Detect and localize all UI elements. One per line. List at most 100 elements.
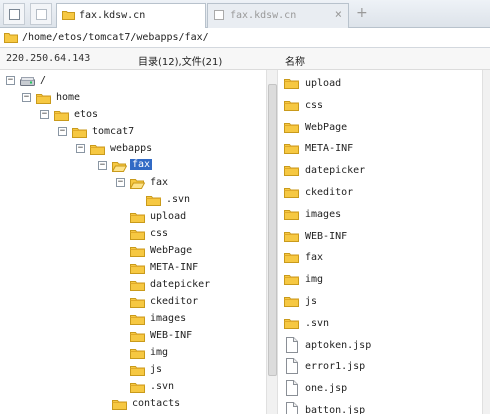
collapse-icon[interactable]: − <box>58 127 67 136</box>
path-bar: /home/etos/tomcat7/webapps/fax/ <box>0 28 490 48</box>
tree-node-label: fax <box>150 177 169 188</box>
folder-icon <box>284 79 299 89</box>
tab-label: fax.kdsw.cn <box>230 10 297 21</box>
folder-icon <box>284 297 299 307</box>
file-name: img <box>305 274 324 286</box>
collapse-icon[interactable]: − <box>98 161 107 170</box>
tree-node-label: css <box>150 228 169 239</box>
folder-icon <box>130 247 145 257</box>
file-name: aptoken.jsp <box>305 339 372 351</box>
tree-node-label: / <box>40 75 47 86</box>
tree-node-label: img <box>150 347 169 358</box>
file-icon <box>286 402 298 414</box>
collapse-icon[interactable]: − <box>116 178 125 187</box>
folder-icon <box>54 111 69 121</box>
tree-node-label: contacts <box>132 398 181 409</box>
info-bar: 220.250.64.143 目录(12),文件(21) 名称 <box>0 48 490 70</box>
new-tab-button[interactable]: + <box>356 5 368 21</box>
file-name: upload <box>305 78 342 89</box>
file-name: datepicker <box>305 165 366 177</box>
folder-icon <box>130 230 145 240</box>
server-ip: 220.250.64.143 <box>6 53 91 64</box>
window-icon <box>9 9 20 20</box>
folder-icon <box>130 281 145 291</box>
directory-tree: − / − home − etos − tomcat7− webapps − fax − fax .svn… <box>0 70 266 414</box>
file-icon <box>286 380 298 397</box>
folder-open-icon <box>112 162 127 172</box>
folder-icon <box>72 128 87 138</box>
tree-node-label: .svn <box>166 194 191 205</box>
tree-node-label: upload <box>150 211 187 222</box>
file-name: batton.jsp <box>305 405 366 414</box>
tree-node-label: js <box>150 364 163 375</box>
folder-icon <box>130 366 145 376</box>
folder-icon <box>130 298 145 308</box>
tab-inactive[interactable]: fax.kdsw.cn × <box>207 3 349 28</box>
window-button-secondary[interactable] <box>30 3 52 25</box>
folder-icon <box>284 100 299 111</box>
collapse-icon[interactable]: − <box>76 144 85 153</box>
item-counts: 目录(12),文件(21) <box>138 57 223 68</box>
folder-icon <box>130 349 145 359</box>
name-column-header[interactable]: 名称 <box>285 53 305 68</box>
folder-icon <box>284 122 299 133</box>
file-name: fax <box>305 252 324 264</box>
page-icon <box>214 10 224 20</box>
folder-icon <box>130 383 145 393</box>
file-name: WEB-INF <box>305 230 348 242</box>
folder-icon <box>90 145 105 155</box>
folder-icon <box>4 33 18 43</box>
tree-node-label: home <box>56 92 81 103</box>
folder-icon <box>284 188 299 198</box>
file-name: .svn <box>305 317 330 329</box>
window-button[interactable] <box>3 3 25 25</box>
file-name: error1.jsp <box>305 361 366 373</box>
folder-open-icon <box>130 179 145 189</box>
file-icon <box>286 336 298 353</box>
tree-node-label: fax <box>130 159 153 170</box>
drive-icon <box>20 77 35 86</box>
close-icon[interactable]: × <box>335 7 342 21</box>
folder-icon <box>284 166 299 177</box>
folder-icon <box>146 196 161 206</box>
tab-active[interactable]: fax.kdsw.cn <box>56 3 206 28</box>
tree-node-label: ckeditor <box>150 296 199 307</box>
collapse-icon[interactable]: − <box>40 110 49 119</box>
file-name: one.jsp <box>305 383 348 395</box>
folder-icon <box>112 400 127 410</box>
tree-node-label: datepicker <box>150 279 211 290</box>
folder-icon <box>130 213 145 223</box>
tree-node-label: WEB-INF <box>150 330 193 341</box>
tree-node-label: tomcat7 <box>92 126 135 137</box>
collapse-icon[interactable]: − <box>6 76 15 85</box>
window-icon <box>36 9 47 20</box>
file-icon <box>286 358 298 375</box>
folder-icon <box>284 144 299 155</box>
file-name: ckeditor <box>305 187 354 198</box>
folder-icon <box>284 253 299 264</box>
folder-icon <box>130 264 145 274</box>
list-scrollbar[interactable] <box>482 70 490 414</box>
scrollbar-thumb[interactable] <box>268 84 277 376</box>
folder-icon <box>130 315 145 325</box>
tree-node-label: .svn <box>150 381 175 392</box>
folder-icon <box>284 209 299 220</box>
tree-scrollbar[interactable] <box>266 70 278 414</box>
folder-icon <box>284 318 299 329</box>
folder-icon <box>62 11 75 20</box>
folder-icon <box>130 332 145 342</box>
folder-icon <box>284 231 299 242</box>
file-name: META-INF <box>305 143 354 155</box>
file-name: js <box>305 296 318 307</box>
tab-label: fax.kdsw.cn <box>79 10 146 21</box>
folder-icon <box>36 94 51 104</box>
file-list: upload css WebPage META-INF datepicker ckedit… <box>280 70 480 414</box>
tab-bar: fax.kdsw.cn fax.kdsw.cn × + <box>0 0 490 28</box>
collapse-icon[interactable]: − <box>22 93 31 102</box>
file-name: WebPage <box>305 121 348 133</box>
folder-icon <box>284 275 299 286</box>
tree-node-label: etos <box>74 109 99 120</box>
current-path[interactable]: /home/etos/tomcat7/webapps/fax/ <box>22 32 209 43</box>
tree-node-label: META-INF <box>150 262 199 273</box>
tree-node-label: WebPage <box>150 245 193 256</box>
